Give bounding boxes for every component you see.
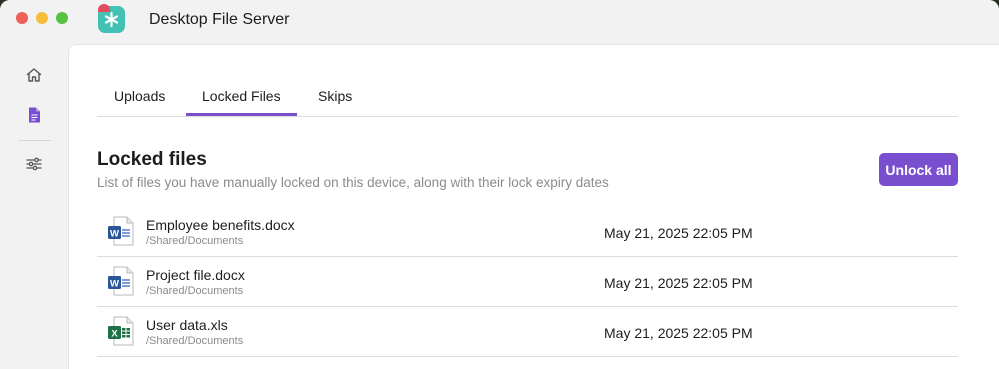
sidebar: [0, 44, 68, 369]
word-file-icon: W: [107, 266, 135, 296]
svg-text:W: W: [110, 279, 119, 290]
home-icon: [26, 68, 42, 82]
document-icon: [29, 107, 40, 123]
sidebar-item-documents[interactable]: [22, 103, 46, 127]
tab-skips[interactable]: Skips: [318, 88, 352, 104]
tab-locked-files[interactable]: Locked Files: [202, 88, 281, 104]
sidebar-item-home[interactable]: [22, 63, 46, 87]
title-bar: Desktop File Server: [0, 0, 999, 44]
excel-file-icon: X: [107, 316, 135, 346]
app-window: Desktop File Server Uploads Locked Files…: [0, 0, 999, 369]
svg-text:W: W: [110, 229, 119, 240]
file-name: User data.xls: [146, 317, 228, 333]
sidebar-divider: [19, 140, 51, 141]
lock-expiry-date: May 21, 2025 22:05 PM: [604, 325, 753, 341]
file-name: Employee benefits.docx: [146, 217, 295, 233]
unlock-all-button[interactable]: Unlock all: [879, 153, 958, 186]
section-title: Locked files: [97, 149, 207, 170]
maximize-window-button[interactable]: [56, 12, 68, 24]
svg-text:X: X: [111, 329, 118, 340]
file-name: Project file.docx: [146, 267, 245, 283]
sidebar-item-settings[interactable]: [22, 152, 46, 176]
main-panel: Uploads Locked Files Skips Locked files …: [68, 44, 999, 369]
list-item[interactable]: W Employee benefits.docx /Shared/Documen…: [97, 207, 958, 257]
file-path: /Shared/Documents: [146, 335, 244, 347]
list-item[interactable]: X User data.xls /Shared/Documents May 21…: [97, 307, 958, 357]
locked-files-list: W Employee benefits.docx /Shared/Documen…: [97, 207, 958, 357]
settings-sliders-icon: [26, 157, 42, 171]
active-tab-indicator: [186, 113, 297, 116]
lock-expiry-date: May 21, 2025 22:05 PM: [604, 225, 753, 241]
app-title: Desktop File Server: [149, 11, 290, 28]
list-item[interactable]: W Project file.docx /Shared/Documents Ma…: [97, 257, 958, 307]
lock-expiry-date: May 21, 2025 22:05 PM: [604, 275, 753, 291]
word-file-icon: W: [107, 216, 135, 246]
section-subtitle: List of files you have manually locked o…: [97, 175, 609, 190]
minimize-window-button[interactable]: [36, 12, 48, 24]
tab-uploads[interactable]: Uploads: [114, 88, 165, 104]
file-path: /Shared/Documents: [146, 285, 244, 297]
file-path: /Shared/Documents: [146, 235, 244, 247]
app-logo-badge: [98, 4, 110, 12]
close-window-button[interactable]: [16, 12, 28, 24]
tab-bar: Uploads Locked Files Skips: [97, 80, 958, 117]
